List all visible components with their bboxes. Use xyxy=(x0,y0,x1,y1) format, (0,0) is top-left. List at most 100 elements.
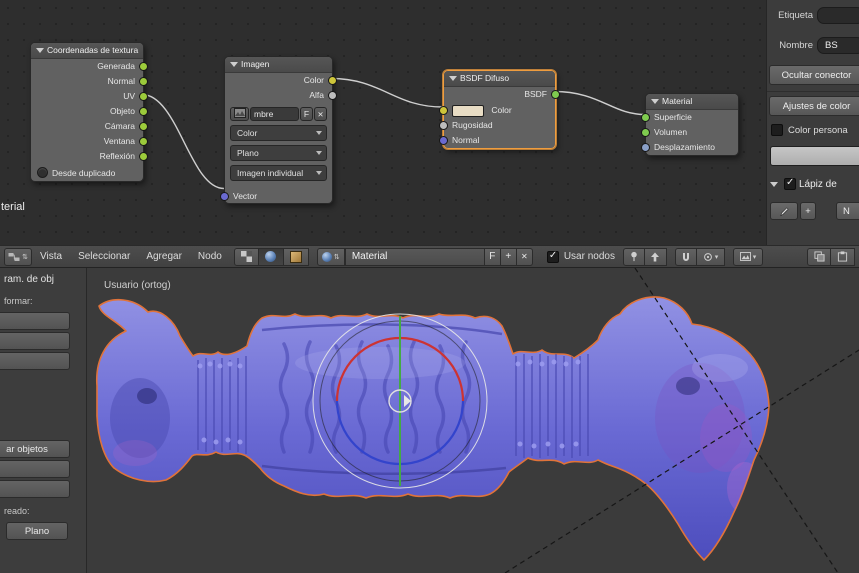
node-editor-icon xyxy=(8,252,20,261)
new-button-partial[interactable]: N xyxy=(836,202,859,220)
node-properties-panel: Etiqueta Nombre BS Ocultar conector Ajus… xyxy=(766,0,859,245)
output-socket-color[interactable] xyxy=(328,76,337,85)
edit-button-2[interactable] xyxy=(0,480,70,498)
node-header-image[interactable]: Imagen xyxy=(225,57,332,73)
output-socket-alfa[interactable] xyxy=(328,91,337,100)
output-socket-bsdf[interactable] xyxy=(551,90,560,99)
output-socket-ventana[interactable] xyxy=(139,137,148,146)
use-nodes-checkbox[interactable] xyxy=(546,250,559,263)
node-image-texture[interactable]: Imagen Color Alfa mbre F ✕ Color Plano I… xyxy=(220,56,337,204)
mesh-object-column[interactable] xyxy=(95,296,770,561)
node-texture-coordinates[interactable]: Coordenadas de textura Generada Normal U… xyxy=(30,42,148,182)
edit-button-1[interactable] xyxy=(0,460,70,478)
plano-operator-button[interactable]: Plano xyxy=(6,522,68,540)
unlink-material-button[interactable]: ✕ xyxy=(516,247,533,266)
socket-row-color-in: Color xyxy=(439,102,555,118)
output-socket-normal[interactable] xyxy=(139,77,148,86)
output-socket-camara[interactable] xyxy=(139,122,148,131)
editor-type-button[interactable]: ⇅ xyxy=(4,247,32,266)
node-diffuse-bsdf[interactable]: BSDF Difuso BSDF Color Rugosidad Normal xyxy=(439,70,560,149)
menu-nodo[interactable]: Nodo xyxy=(190,246,230,267)
redo-section-label: reado: xyxy=(4,506,30,516)
input-socket-color[interactable] xyxy=(439,105,448,115)
socket-row-generada: Generada xyxy=(31,59,148,74)
name-input[interactable]: BS xyxy=(817,37,859,54)
socket-label: Color xyxy=(491,105,512,115)
background-image-icon[interactable]: ▾ xyxy=(732,247,763,266)
snap-magnet-icon[interactable] xyxy=(674,247,697,266)
image-name-field[interactable]: mbre xyxy=(250,107,299,121)
color-swatch[interactable] xyxy=(452,104,484,117)
socket-label: Volumen xyxy=(654,127,688,137)
color-space-select[interactable]: Color xyxy=(230,125,327,141)
go-to-parent-icon[interactable] xyxy=(644,247,667,266)
output-socket-generada[interactable] xyxy=(139,62,148,71)
node-editor-header: ⇅ Vista Seleccionar Agregar Nodo ⇅ Mater… xyxy=(0,245,859,268)
partial-node-label: terial xyxy=(1,201,25,213)
output-socket-uv[interactable] xyxy=(139,92,148,101)
viewport-3d[interactable]: ram. de obj formar: ar objetos reado: Pl… xyxy=(0,268,859,573)
blender-window: terial Coordenadas de textura Generada N… xyxy=(0,0,859,573)
input-socket-volume[interactable] xyxy=(641,128,650,137)
label-input[interactable] xyxy=(817,7,859,24)
socket-label: Color xyxy=(303,75,324,85)
transform-button-3[interactable] xyxy=(0,352,70,370)
paste-nodes-icon[interactable] xyxy=(831,247,855,266)
image-source-select[interactable]: Imagen individual xyxy=(230,165,327,181)
input-socket-roughness[interactable] xyxy=(439,121,448,130)
view-orientation-label: Usuario (ortog) xyxy=(104,280,171,291)
new-material-button[interactable]: + xyxy=(500,247,517,266)
material-sphere-icon xyxy=(265,251,277,262)
socket-row-reflexion: Reflexión xyxy=(31,149,148,164)
tool-shelf-tab[interactable]: ram. de obj xyxy=(4,274,54,285)
node-header-diffuse-bsdf[interactable]: BSDF Difuso xyxy=(444,71,555,87)
socket-label: Cámara xyxy=(104,121,135,131)
image-datablock-row: mbre F ✕ xyxy=(230,107,327,121)
header-right-group xyxy=(807,247,855,266)
material-sphere-icon xyxy=(321,251,332,262)
input-socket-normal[interactable] xyxy=(439,136,448,145)
color-settings-button[interactable]: Ajustes de color xyxy=(769,96,859,116)
output-socket-reflexion[interactable] xyxy=(139,152,148,161)
grease-pencil-panel-header[interactable]: Lápiz de xyxy=(770,177,837,190)
pencil-icon[interactable] xyxy=(770,202,798,220)
browse-image-icon[interactable] xyxy=(230,107,249,121)
menu-seleccionar[interactable]: Seleccionar xyxy=(70,246,138,267)
fake-user-button[interactable]: F xyxy=(484,247,501,266)
node-header-material-output[interactable]: Material xyxy=(646,94,738,110)
projection-select[interactable]: Plano xyxy=(230,145,327,161)
checker-icon xyxy=(240,251,252,262)
transform-button-1[interactable] xyxy=(0,312,70,330)
unlink-image-button[interactable]: ✕ xyxy=(314,107,327,121)
menu-agregar[interactable]: Agregar xyxy=(138,246,190,267)
grease-pencil-checkbox[interactable] xyxy=(784,177,796,190)
socket-row-bsdf-out: BSDF xyxy=(444,87,560,102)
input-socket-displacement[interactable] xyxy=(641,143,650,152)
snap-target-icon[interactable]: ▾ xyxy=(696,247,725,266)
header-color-swatch[interactable] xyxy=(770,146,859,166)
transform-button-2[interactable] xyxy=(0,332,70,350)
socket-row-ventana: Ventana xyxy=(31,134,148,149)
pin-icon[interactable] xyxy=(622,247,645,266)
from-duplicate-toggle[interactable]: Desde duplicado xyxy=(31,164,143,181)
copy-nodes-icon[interactable] xyxy=(807,247,831,266)
hide-connectors-button[interactable]: Ocultar conector xyxy=(769,65,859,85)
divider xyxy=(767,91,859,92)
output-socket-objeto[interactable] xyxy=(139,107,148,116)
node-material-output[interactable]: Material Superficie Volumen Desplazamien… xyxy=(641,93,739,156)
menu-vista[interactable]: Vista xyxy=(32,246,70,267)
socket-row-volume: Volumen xyxy=(641,125,738,140)
texture-nodes-toggle[interactable] xyxy=(233,247,259,266)
duplicate-objects-button[interactable]: ar objetos xyxy=(0,440,70,458)
fake-user-button[interactable]: F xyxy=(300,107,313,121)
material-name-field[interactable]: Material xyxy=(344,247,485,266)
custom-color-checkbox[interactable] xyxy=(771,124,783,136)
compositing-nodes-toggle[interactable] xyxy=(283,247,309,266)
input-socket-surface[interactable] xyxy=(641,113,650,122)
shader-nodes-toggle[interactable] xyxy=(258,247,284,266)
input-socket-vector[interactable] xyxy=(220,192,229,201)
node-editor-canvas[interactable]: terial Coordenadas de textura Generada N… xyxy=(0,0,768,245)
node-header-texture-coordinates[interactable]: Coordenadas de textura xyxy=(31,43,143,59)
browse-material-button[interactable]: ⇅ xyxy=(316,247,345,266)
add-layer-button[interactable]: + xyxy=(800,202,816,220)
